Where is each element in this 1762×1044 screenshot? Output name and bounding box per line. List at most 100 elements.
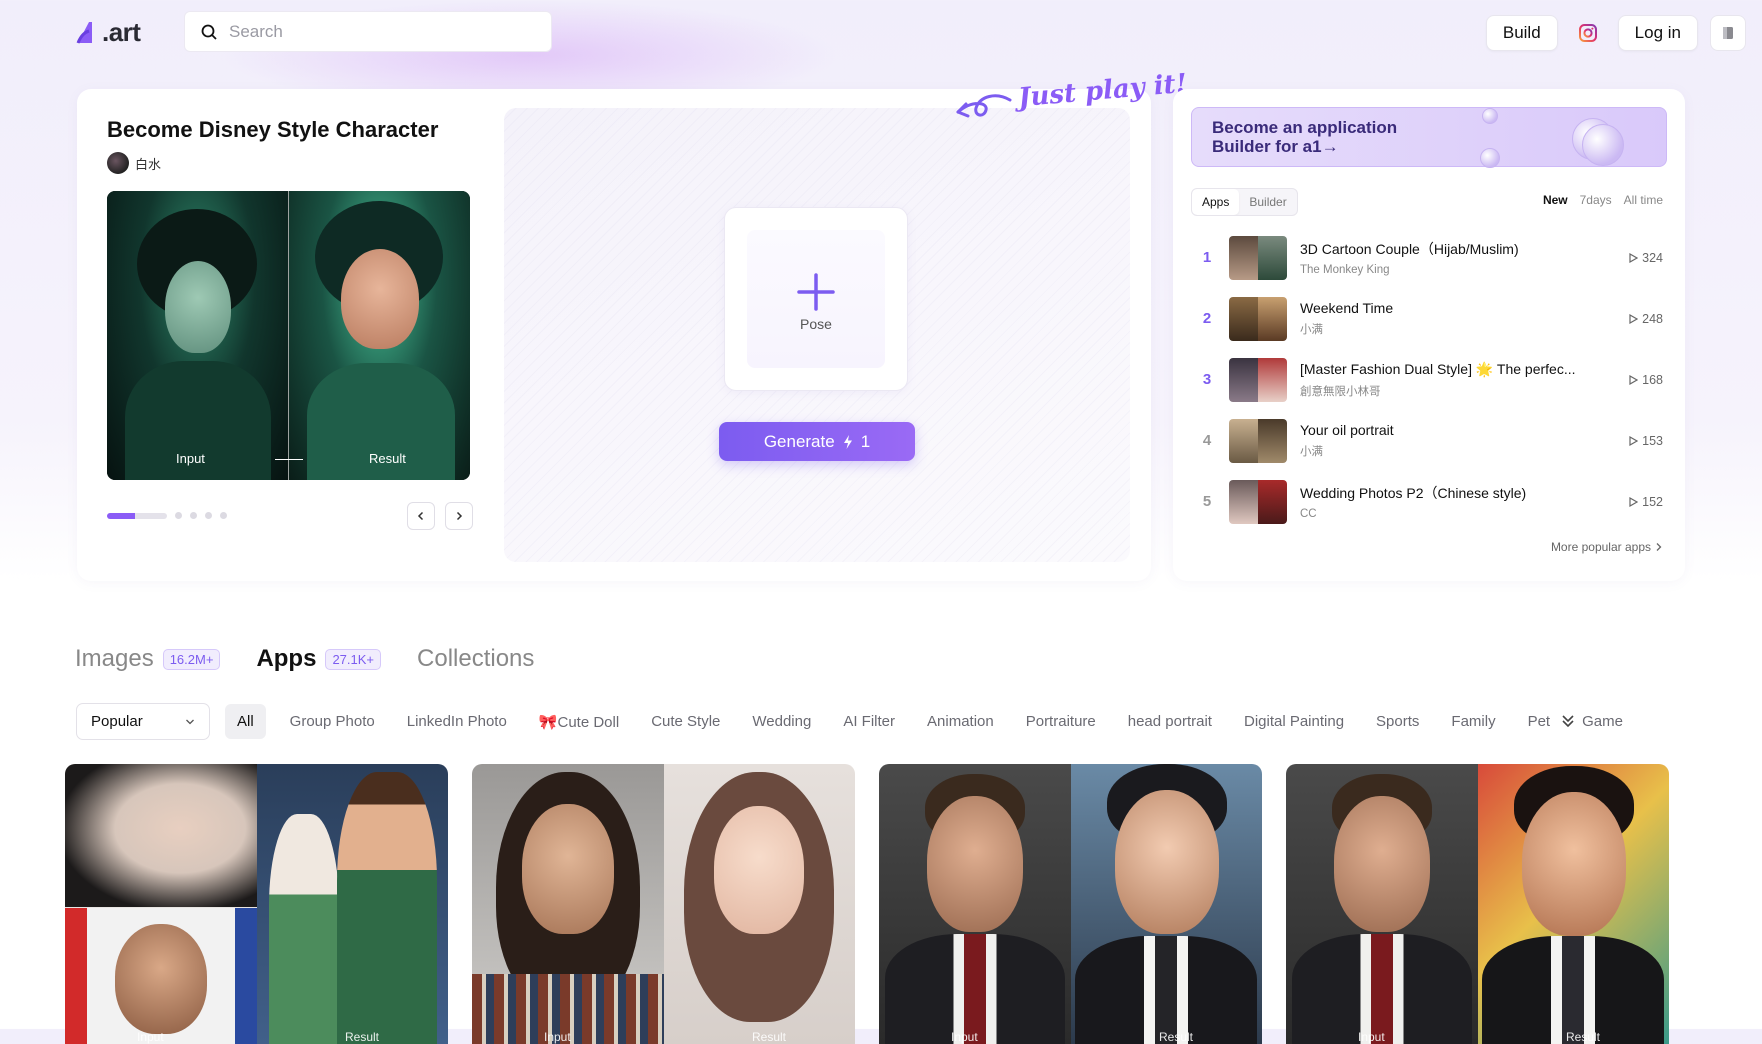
rank-title: 3D Cartoon Couple（Hijab/Muslim)	[1300, 241, 1519, 257]
tab-apps-count: 27.1K+	[325, 648, 382, 670]
builder-banner[interactable]: Become an application Builder for a1→	[1191, 107, 1667, 168]
app-card[interactable]: Input Result	[65, 764, 448, 1044]
period-new[interactable]: New	[1543, 193, 1568, 207]
instagram-button[interactable]	[1570, 15, 1606, 51]
coin-icon	[1482, 108, 1498, 124]
card-input-label: Input	[1358, 1030, 1385, 1044]
generate-button[interactable]: Generate 1	[719, 422, 915, 461]
category-item[interactable]: 🎀Cute Doll	[523, 704, 635, 739]
play-icon	[1629, 313, 1639, 324]
build-button[interactable]: Build	[1485, 15, 1558, 51]
play-icon	[1629, 374, 1639, 385]
ranking-row[interactable]: 5 Wedding Photos P2（Chinese style) CC 15…	[1191, 471, 1667, 532]
ranking-row[interactable]: 2 Weekend Time 小满 248	[1191, 288, 1667, 349]
rank-title: [Master Fashion Dual Style] 🌟 The perfec…	[1300, 360, 1576, 377]
book-icon	[1723, 27, 1733, 39]
logo[interactable]: .art	[76, 16, 141, 48]
category-item[interactable]: Pet	[1512, 704, 1567, 739]
rank-number: 2	[1202, 310, 1212, 327]
coin-icon	[1582, 124, 1624, 166]
card-input-image: Input	[65, 764, 257, 1044]
play-icon	[1629, 435, 1639, 446]
category-item[interactable]: Family	[1435, 704, 1511, 739]
category-item[interactable]: Game	[1566, 704, 1639, 739]
category-item[interactable]: Digital Painting	[1228, 704, 1360, 739]
result-face	[1522, 792, 1626, 936]
input-suit	[885, 934, 1065, 1044]
prev-button[interactable]	[407, 502, 435, 530]
category-item[interactable]: Cute Style	[635, 704, 736, 739]
play-count-value: 168	[1642, 372, 1663, 387]
carousel-dot[interactable]	[190, 512, 197, 519]
category-item[interactable]: Group Photo	[274, 704, 391, 739]
rank-author: The Monkey King	[1300, 264, 1390, 276]
card-input-label: Input	[544, 1030, 571, 1044]
card-input-image: Input	[1286, 764, 1478, 1044]
play-count: 248	[1628, 312, 1663, 326]
app-author[interactable]: 白水	[107, 152, 161, 174]
app-card[interactable]: Input Result	[1286, 764, 1669, 1044]
card-result-image: Result	[1071, 764, 1262, 1044]
card-input-image: Input	[879, 764, 1071, 1044]
more-popular-apps-link[interactable]: More popular apps	[1551, 540, 1663, 554]
tab-images[interactable]: Images 16.2M+	[75, 645, 221, 673]
ranking-row[interactable]: 3 [Master Fashion Dual Style] 🌟 The perf…	[1191, 349, 1667, 410]
category-item[interactable]: Wedding	[736, 704, 827, 739]
rank-title: Wedding Photos P2（Chinese style)	[1300, 485, 1527, 501]
theme-button[interactable]	[1710, 15, 1746, 51]
ranking-row[interactable]: 1 3D Cartoon Couple（Hijab/Muslim) The Mo…	[1191, 227, 1667, 288]
app-card[interactable]: Input Result	[472, 764, 855, 1044]
plus-icon	[797, 273, 835, 311]
play-count: 153	[1628, 434, 1663, 448]
app-card[interactable]: Input Result	[879, 764, 1262, 1044]
tab-images-count: 16.2M+	[162, 648, 221, 670]
carousel-dot[interactable]	[205, 512, 212, 519]
play-count-value: 248	[1642, 311, 1663, 326]
category-item[interactable]: head portrait	[1112, 704, 1228, 739]
builder-banner-text: Become an application Builder for a1→	[1212, 118, 1398, 156]
category-item[interactable]: Portraiture	[1010, 704, 1112, 739]
app-title: Become Disney Style Character	[107, 117, 439, 142]
author-name: 白水	[135, 156, 162, 172]
category-item[interactable]: Sports	[1360, 704, 1435, 739]
card-input-label: Input	[951, 1030, 978, 1044]
app-thumbnail	[1229, 235, 1287, 280]
result-face	[341, 249, 419, 349]
search-bar[interactable]	[184, 11, 552, 52]
carousel-dot[interactable]	[175, 512, 182, 519]
generate-label: Generate	[763, 431, 835, 451]
result-face	[714, 806, 804, 934]
play-count: 152	[1628, 495, 1663, 509]
ranking-row[interactable]: 4 Your oil portrait 小满 153	[1191, 410, 1667, 471]
period-all-time[interactable]: All time	[1624, 193, 1663, 207]
carousel-dot-active[interactable]	[107, 512, 167, 519]
category-item[interactable]: AI Filter	[827, 704, 911, 739]
play-icon	[1629, 496, 1639, 507]
card-result-label: Result	[752, 1030, 787, 1044]
pose-upload[interactable]: Pose	[724, 207, 908, 391]
lightning-icon	[843, 434, 852, 449]
tab-collections[interactable]: Collections	[417, 645, 534, 673]
search-icon	[201, 24, 217, 40]
carousel-dot[interactable]	[220, 512, 227, 519]
expand-categories-icon[interactable]	[1560, 713, 1576, 729]
tab-apps[interactable]: Apps 27.1K+	[256, 645, 382, 673]
login-button[interactable]: Log in	[1617, 15, 1698, 51]
input-face	[927, 796, 1023, 932]
period-7days[interactable]: 7days	[1580, 193, 1612, 207]
category-all[interactable]: All	[225, 704, 266, 739]
category-item[interactable]: Animation	[911, 704, 1010, 739]
card-result-label: Result	[1566, 1030, 1601, 1044]
segment-apps[interactable]: Apps	[1192, 189, 1240, 215]
next-button[interactable]	[445, 502, 473, 530]
input-face	[522, 804, 614, 934]
ranking-type-toggle: Apps Builder	[1191, 188, 1298, 216]
app-thumbnail	[1229, 418, 1287, 463]
category-item[interactable]: LinkedIn Photo	[391, 704, 523, 739]
segment-builder[interactable]: Builder	[1239, 189, 1296, 215]
search-input[interactable]	[227, 20, 531, 43]
author-avatar	[107, 152, 129, 174]
play-count: 168	[1628, 373, 1663, 387]
sort-select[interactable]: Popular	[76, 703, 210, 740]
card-result-image: Result	[664, 764, 855, 1044]
